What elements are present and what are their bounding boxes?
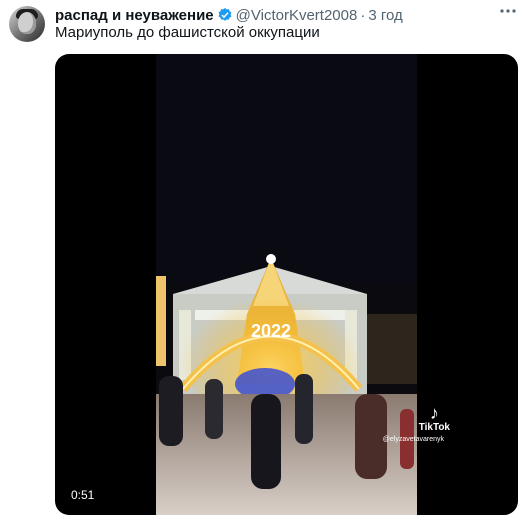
separator-dot: · — [360, 6, 366, 24]
tiktok-username: @elyzavetavarenyk — [382, 436, 444, 443]
timestamp[interactable]: 3 год — [368, 7, 402, 24]
video-frame: 2022 — [156, 54, 417, 515]
banner-year: 2022 — [251, 321, 291, 341]
tiktok-brand: TikTok — [418, 422, 450, 433]
handle[interactable]: @VictorKvert2008 — [236, 7, 358, 24]
display-name[interactable]: распад и неуважение — [55, 7, 214, 24]
avatar[interactable] — [9, 6, 45, 42]
video-player[interactable]: 2022 ♪ TikTok @elyzavetavarenyk 0:51 — [55, 54, 518, 515]
person-center — [251, 394, 281, 489]
tree-star — [266, 254, 276, 264]
more-options-icon[interactable] — [497, 4, 519, 22]
tweet-card[interactable]: распад и неуважение @VictorKvert2008 · 3… — [0, 0, 525, 519]
tiktok-watermark: ♪ TikTok — [419, 404, 450, 433]
tiktok-logo-icon: ♪ — [429, 403, 439, 423]
avatar-face — [18, 12, 36, 34]
tweet-text: Мариуполь до фашистской оккупации — [55, 24, 320, 41]
tweet-header: распад и неуважение @VictorKvert2008 · 3… — [55, 5, 515, 25]
video-duration: 0:51 — [67, 486, 99, 504]
verified-badge-icon — [218, 8, 232, 21]
